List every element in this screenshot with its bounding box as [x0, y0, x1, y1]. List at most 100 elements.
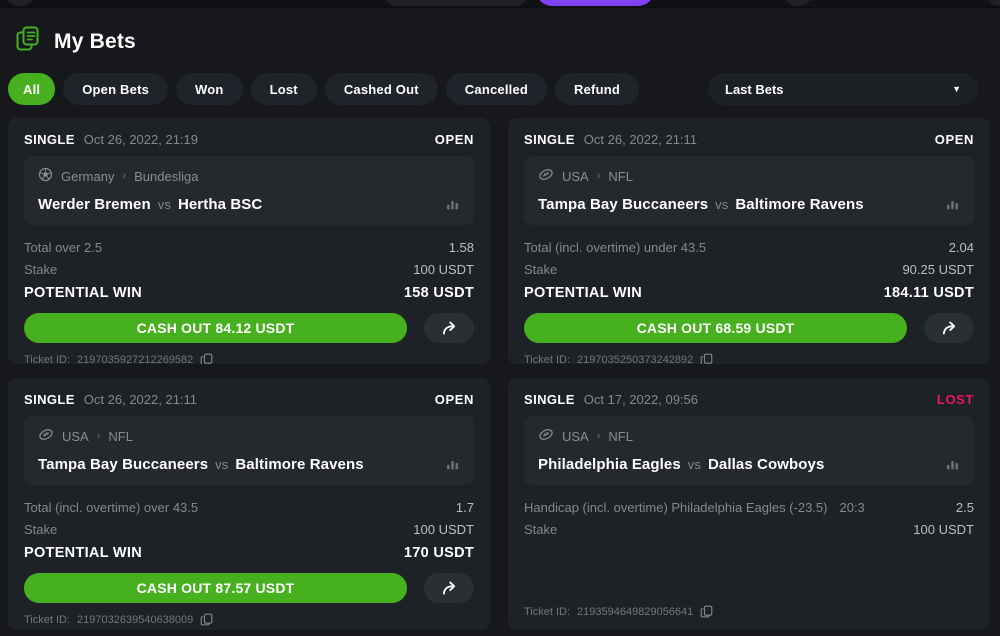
country-label: USA	[562, 429, 589, 444]
match-stats-icon[interactable]	[945, 457, 960, 472]
country-label: Germany	[61, 169, 114, 184]
vs-label: vs	[158, 197, 171, 212]
cash-out-button[interactable]: CASH OUT 87.57 USDT	[24, 573, 407, 603]
ticket-id-label: Ticket ID:	[24, 354, 70, 365]
nav-button[interactable]	[382, 0, 530, 6]
filter-bar: AllOpen BetsWonLostCashed OutCancelledRe…	[8, 73, 990, 105]
potential-win-row: POTENTIAL WIN 184.11 USDT	[524, 280, 974, 301]
bet-row-label: Stake	[24, 522, 57, 537]
copy-icon[interactable]	[200, 353, 213, 364]
potential-win-label: POTENTIAL WIN	[524, 285, 642, 301]
nav-button[interactable]	[984, 0, 1000, 6]
copy-icon[interactable]	[200, 613, 213, 626]
bet-row: Stake 100 USDT	[24, 518, 474, 540]
bet-detail-rows: Handicap (incl. overtime) Philadelphia E…	[524, 485, 974, 540]
ticket-id-value: 2197032639540638009	[77, 614, 193, 626]
bet-row-value: 2.04	[949, 240, 974, 255]
bet-date: Oct 17, 2022, 09:56	[584, 392, 698, 407]
home-team: Tampa Bay Buccaneers	[538, 196, 708, 213]
home-team: Philadelphia Eagles	[538, 456, 681, 473]
away-team: Dallas Cowboys	[708, 456, 824, 473]
ticket-row: Ticket ID: 2197035927212269582	[24, 343, 474, 364]
match-panel[interactable]: Germany › Bundesliga Werder Bremen vs He…	[24, 156, 474, 225]
bet-type-label: SINGLE	[524, 132, 575, 147]
match-panel[interactable]: USA › NFL Philadelphia Eagles vs Dallas …	[524, 416, 974, 485]
match-panel[interactable]: USA › NFL Tampa Bay Buccaneers vs Baltim…	[524, 156, 974, 225]
filter-cashed-out[interactable]: Cashed Out	[325, 73, 438, 105]
league-row: USA › NFL	[538, 427, 960, 445]
bet-row-value: 1.7	[456, 500, 474, 515]
home-team: Werder Bremen	[38, 196, 151, 213]
away-team: Hertha BSC	[178, 196, 262, 213]
american-football-icon	[538, 167, 554, 185]
bet-row-value: 100 USDT	[913, 522, 974, 537]
bet-type-label: SINGLE	[524, 392, 575, 407]
vs-label: vs	[715, 197, 728, 212]
bet-row-label: Total (incl. overtime) over 43.5	[24, 500, 198, 515]
potential-win-value: 184.11 USDT	[884, 285, 974, 301]
league-label: Bundesliga	[134, 169, 198, 184]
status-badge: OPEN	[935, 132, 974, 147]
potential-win-value: 170 USDT	[404, 545, 474, 561]
league-row: USA › NFL	[538, 167, 960, 185]
bet-card: SINGLE Oct 26, 2022, 21:11 OPEN USA › NF…	[508, 118, 990, 364]
match-row: Werder Bremen vs Hertha BSC	[38, 196, 460, 213]
potential-win-label: POTENTIAL WIN	[24, 285, 142, 301]
filter-all[interactable]: All	[8, 73, 55, 105]
status-badge: OPEN	[435, 132, 474, 147]
card-actions: CASH OUT 87.57 USDT	[24, 573, 474, 603]
bet-row: Total (incl. overtime) under 43.52.04	[524, 236, 974, 258]
bet-row-label: Stake	[524, 522, 557, 537]
bet-date: Oct 26, 2022, 21:11	[584, 132, 697, 147]
vs-label: vs	[215, 457, 228, 472]
cash-out-button[interactable]: CASH OUT 68.59 USDT	[524, 313, 907, 343]
filter-open-bets[interactable]: Open Bets	[63, 73, 168, 105]
ticket-id-label: Ticket ID:	[524, 606, 570, 618]
bet-card-header: SINGLE Oct 26, 2022, 21:11 OPEN	[524, 129, 974, 156]
chevron-down-icon: ▼	[952, 84, 961, 94]
share-bet-button[interactable]	[424, 313, 474, 343]
sort-dropdown[interactable]: Last Bets ▼	[708, 73, 978, 105]
match-stats-icon[interactable]	[445, 197, 460, 212]
bet-row: Total (incl. overtime) over 43.5 1.7	[24, 496, 474, 518]
bet-detail-rows: Total (incl. overtime) over 43.5 1.7 Stake…	[24, 485, 474, 540]
match-panel[interactable]: USA › NFL Tampa Bay Buccaneers vs Baltim…	[24, 416, 474, 485]
card-actions: CASH OUT 68.59 USDT	[524, 313, 974, 343]
bet-type-label: SINGLE	[24, 132, 75, 147]
cash-out-button[interactable]: CASH OUT 84.12 USDT	[24, 313, 407, 343]
filter-refund[interactable]: Refund	[555, 73, 639, 105]
bet-row-label: Stake	[524, 262, 557, 277]
copy-icon[interactable]	[700, 605, 713, 618]
ticket-id-label: Ticket ID:	[24, 614, 70, 626]
nav-button-active[interactable]	[536, 0, 654, 6]
vs-label: vs	[688, 457, 701, 472]
away-team: Baltimore Ravens	[235, 456, 363, 473]
my-bets-page: My Bets AllOpen BetsWonLostCashed OutCan…	[0, 8, 1000, 630]
match-stats-icon[interactable]	[445, 457, 460, 472]
match-row: Philadelphia Eagles vs Dallas Cowboys	[538, 456, 960, 473]
status-badge: OPEN	[435, 392, 474, 407]
bet-row-value: 100 USDT	[413, 522, 474, 537]
home-team: Tampa Bay Buccaneers	[38, 456, 208, 473]
breadcrumb-separator: ›	[97, 430, 101, 442]
copy-icon[interactable]	[700, 353, 713, 364]
filter-won[interactable]: Won	[176, 73, 243, 105]
match-row: Tampa Bay Buccaneers vs Baltimore Ravens	[538, 196, 960, 213]
breadcrumb-separator: ›	[597, 430, 601, 442]
potential-win-row: POTENTIAL WIN 158 USDT	[24, 280, 474, 301]
share-bet-button[interactable]	[924, 313, 974, 343]
bet-row-value: 100 USDT	[413, 262, 474, 277]
ticket-id-label: Ticket ID:	[524, 354, 570, 365]
filter-cancelled[interactable]: Cancelled	[446, 73, 547, 105]
match-stats-icon[interactable]	[945, 197, 960, 212]
filter-lost[interactable]: Lost	[251, 73, 317, 105]
bet-date: Oct 26, 2022, 21:19	[84, 132, 198, 147]
match-score: 20:3	[839, 500, 864, 515]
page-header: My Bets	[8, 8, 990, 71]
nav-button[interactable]	[783, 0, 813, 6]
my-bets-ticket-icon	[14, 25, 41, 58]
sort-dropdown-value: Last Bets	[725, 82, 784, 97]
ticket-id-value: 2197035250373242892	[577, 354, 693, 365]
share-bet-button[interactable]	[424, 573, 474, 603]
bet-cards-grid: SINGLE Oct 26, 2022, 21:19 OPEN Germany …	[8, 118, 990, 630]
